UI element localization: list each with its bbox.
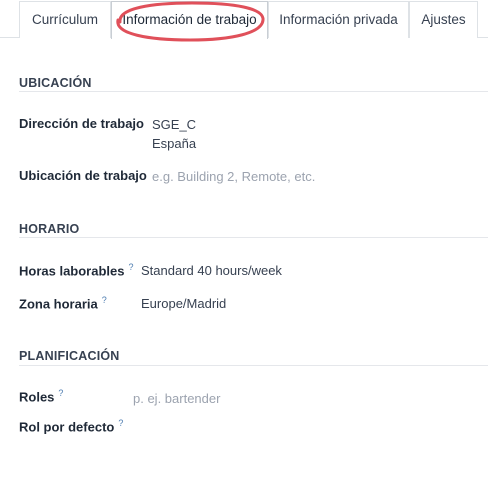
section-divider	[19, 365, 488, 366]
default-role-label: Rol por defecto?	[19, 418, 123, 434]
section-title-location: UBICACIÓN	[19, 76, 92, 90]
help-tooltip-icon[interactable]: ?	[102, 295, 107, 305]
roles-label-text: Roles	[19, 389, 55, 405]
section-divider	[19, 237, 488, 238]
section-title-planning: PLANIFICACIÓN	[19, 349, 120, 363]
tab-work-information[interactable]: Información de trabajo	[111, 1, 268, 39]
roles-label: Roles?	[19, 388, 63, 404]
timezone-label-text: Zona horaria	[19, 296, 98, 312]
default-role-label-text: Rol por defecto	[19, 419, 115, 435]
work-address-label: Dirección de trabajo	[19, 116, 144, 131]
work-address-line2: España	[152, 136, 197, 151]
roles-input[interactable]: p. ej. bartender	[133, 391, 220, 406]
work-location-label: Ubicación de trabajo	[19, 168, 147, 183]
help-tooltip-icon[interactable]: ?	[118, 418, 123, 428]
default-role-input[interactable]	[133, 419, 333, 435]
timezone-label: Zona horaria?	[19, 295, 107, 311]
tab-private-information[interactable]: Información privada	[268, 1, 409, 38]
working-hours-label-text: Horas laborables	[19, 263, 125, 279]
help-tooltip-icon[interactable]: ?	[58, 388, 63, 398]
help-tooltip-icon[interactable]: ?	[129, 262, 134, 272]
tab-settings[interactable]: Ajustes	[409, 1, 478, 38]
work-address-field[interactable]: SGE_C España	[152, 117, 196, 151]
working-hours-field[interactable]: Standard 40 hours/week	[141, 263, 282, 278]
tab-bar: Currículum Información de trabajo Inform…	[0, 0, 488, 39]
working-hours-label: Horas laborables?	[19, 262, 134, 278]
work-location-input[interactable]: e.g. Building 2, Remote, etc.	[152, 169, 315, 184]
section-divider	[19, 91, 488, 92]
timezone-field[interactable]: Europe/Madrid	[141, 296, 226, 311]
tab-curriculum[interactable]: Currículum	[19, 1, 111, 38]
work-address-line1: SGE_C	[152, 117, 197, 132]
section-title-schedule: HORARIO	[19, 222, 80, 236]
